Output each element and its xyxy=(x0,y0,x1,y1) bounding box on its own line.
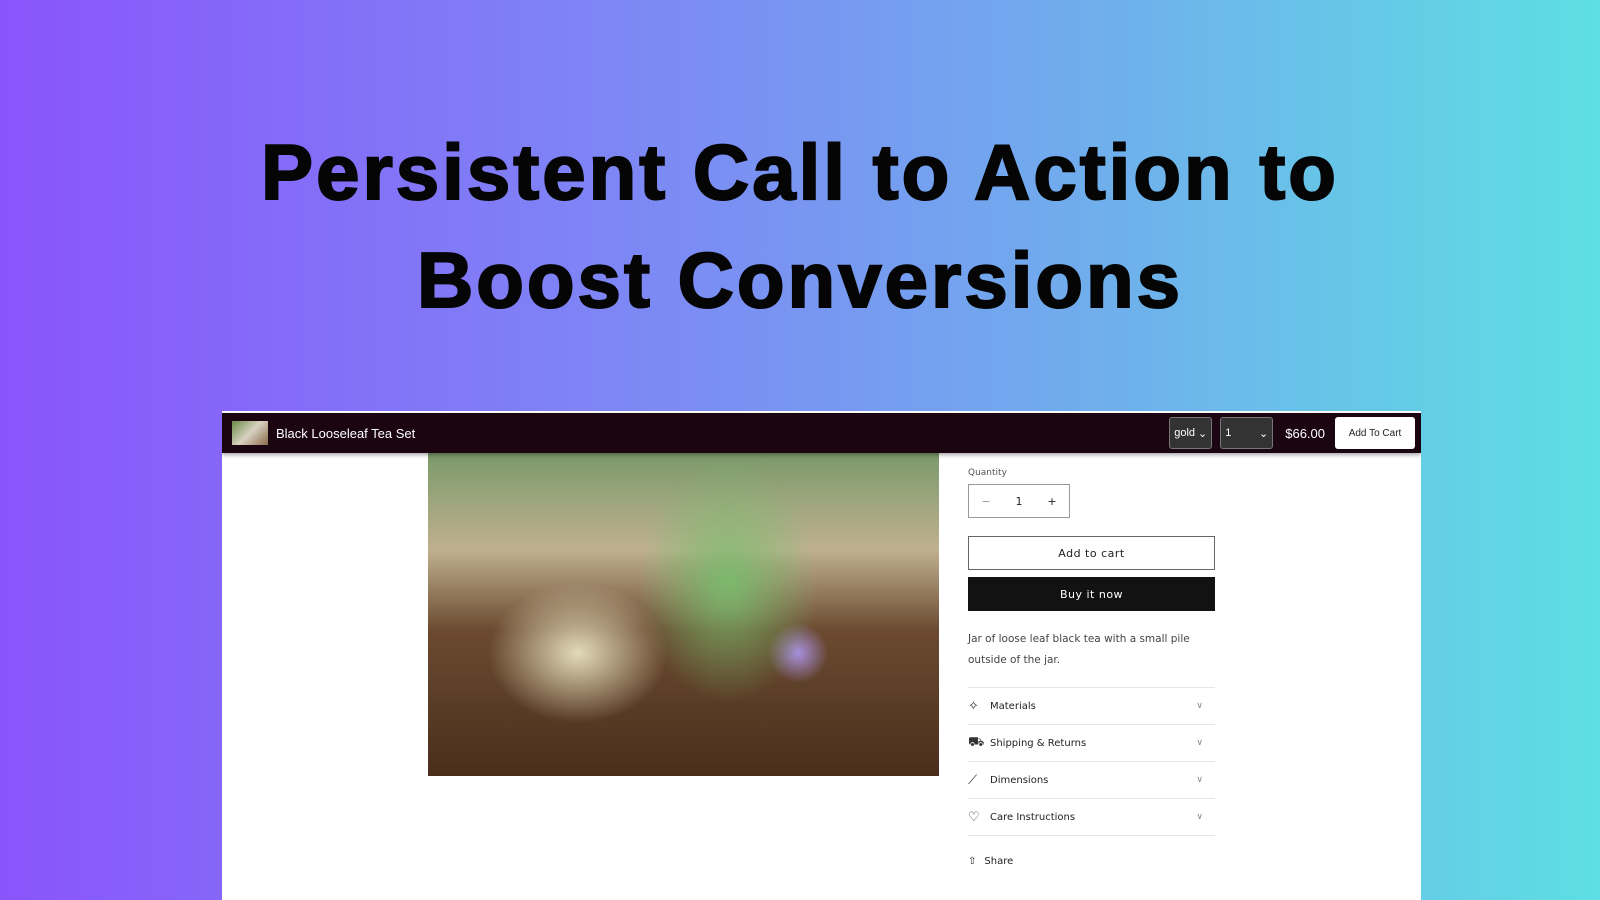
variant-select[interactable]: gold ⌄ xyxy=(1169,417,1213,449)
chevron-down-icon: ∨ xyxy=(1196,812,1203,822)
increase-button[interactable]: + xyxy=(1047,495,1056,508)
accordion-label: Care Instructions xyxy=(990,811,1076,823)
quantity-select[interactable]: 1 ⌄ xyxy=(1220,417,1274,449)
truck-icon: ⛟ xyxy=(968,734,985,750)
chevron-down-icon: ∨ xyxy=(1196,738,1203,748)
headline-line-1: Persistent Call to Action to xyxy=(260,127,1339,217)
headline: Persistent Call to Action to Boost Conve… xyxy=(0,118,1600,334)
quantity-input[interactable]: 1 xyxy=(1015,495,1022,508)
accordion-care[interactable]: ♡ Care Instructions ∨ xyxy=(968,799,1215,836)
sticky-add-to-cart-button[interactable]: Add To Cart xyxy=(1335,417,1415,449)
accordion-shipping[interactable]: ⛟ Shipping & Returns ∨ xyxy=(968,725,1215,762)
headline-line-2: Boost Conversions xyxy=(416,235,1184,325)
accordion: ✧ Materials ∨ ⛟ Shipping & Returns ∨ ⟋ Dimens… xyxy=(968,687,1215,836)
accordion-label: Dimensions xyxy=(990,774,1049,786)
product-info: Quantity − 1 + Add to cart Buy it now Ja… xyxy=(968,453,1215,867)
product-image[interactable] xyxy=(428,453,939,776)
chevron-down-icon: ⌄ xyxy=(1259,427,1269,440)
decrease-button[interactable]: − xyxy=(981,495,990,508)
ruler-icon: ⟋ xyxy=(968,772,978,788)
product-thumbnail xyxy=(232,421,268,445)
quantity-label: Quantity xyxy=(968,468,1007,478)
chevron-down-icon: ⌄ xyxy=(1198,427,1208,440)
accordion-materials[interactable]: ✧ Materials ∨ xyxy=(968,688,1215,725)
accordion-label: Shipping & Returns xyxy=(990,737,1087,749)
add-to-cart-button[interactable]: Add to cart xyxy=(968,536,1215,570)
chevron-down-icon: ∨ xyxy=(1196,775,1203,785)
share-icon: ⇧ xyxy=(968,856,977,867)
sticky-cta-bar: Black Looseleaf Tea Set gold ⌄ 1 ⌄ $66.00 … xyxy=(222,413,1421,453)
accordion-dimensions[interactable]: ⟋ Dimensions ∨ xyxy=(968,762,1215,799)
accordion-label: Materials xyxy=(990,700,1036,712)
chevron-down-icon: ∨ xyxy=(1196,701,1203,711)
share-label: Share xyxy=(984,856,1014,867)
product-description: Jar of loose leaf black tea with a small… xyxy=(968,633,1190,666)
sticky-price: $66.00 xyxy=(1285,425,1325,441)
share-button[interactable]: ⇧ Share xyxy=(968,856,1215,867)
quantity-value: 1 xyxy=(1225,427,1232,439)
leather-icon: ✧ xyxy=(968,698,979,714)
store-window: Black Looseleaf Tea Set gold ⌄ 1 ⌄ $66.00 … xyxy=(222,411,1421,900)
sticky-product-title: Black Looseleaf Tea Set xyxy=(276,425,416,441)
quantity-stepper: − 1 + xyxy=(968,484,1070,518)
heart-icon: ♡ xyxy=(968,809,980,825)
variant-value: gold xyxy=(1174,427,1196,439)
buy-now-button[interactable]: Buy it now xyxy=(968,577,1215,611)
